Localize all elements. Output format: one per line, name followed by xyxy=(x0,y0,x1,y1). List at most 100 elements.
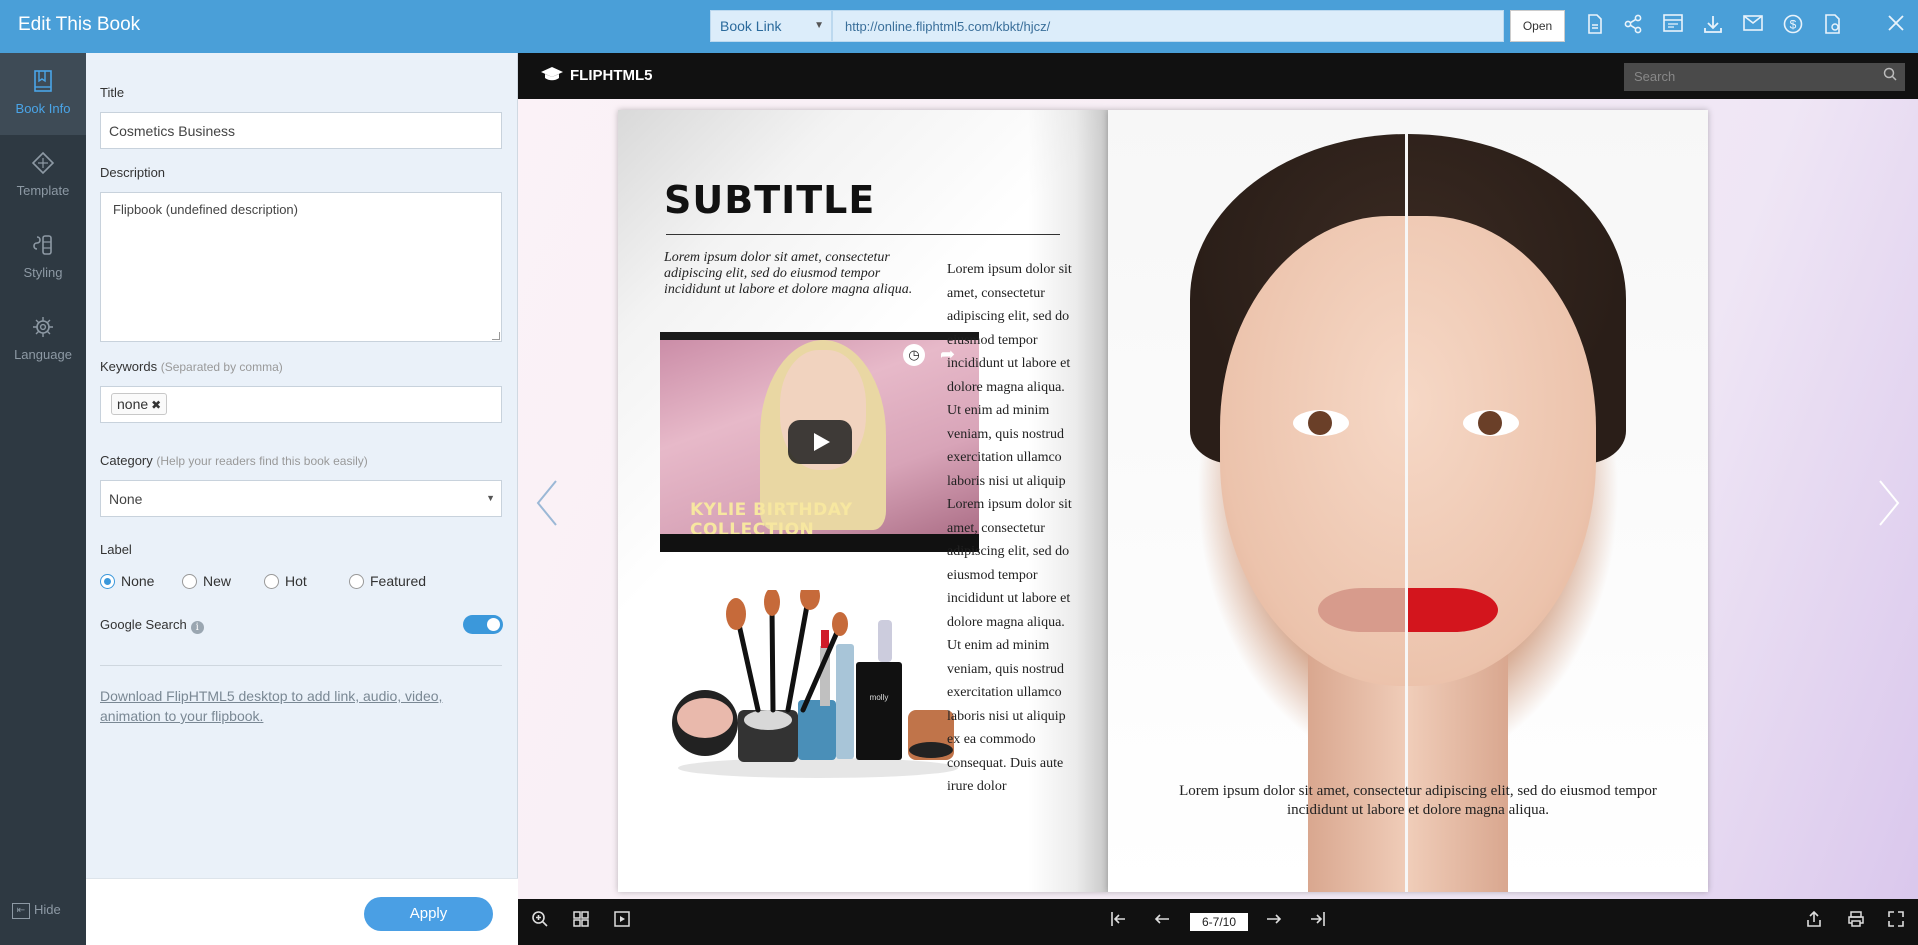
beauty-portrait-image xyxy=(1108,110,1708,892)
radio-label: New xyxy=(203,573,232,589)
zoom-in-icon[interactable] xyxy=(528,910,552,934)
left-nav-rail: Book Info Template Styling Language ⇤ Hid… xyxy=(0,53,86,945)
left-eye xyxy=(1293,410,1349,436)
last-page-icon[interactable] xyxy=(1306,910,1330,934)
page-body-text: Lorem ipsum dolor sit amet, consectetur … xyxy=(947,262,1072,794)
search-placeholder: Search xyxy=(1634,69,1676,84)
next-page-arrow-icon[interactable] xyxy=(1874,473,1904,533)
fullscreen-icon[interactable] xyxy=(1884,910,1908,934)
chevron-down-icon: ▼ xyxy=(486,493,495,503)
label-radio-featured[interactable]: Featured xyxy=(349,573,426,589)
title-label: Title xyxy=(100,85,125,100)
next-page-icon[interactable] xyxy=(1262,910,1286,934)
right-eye xyxy=(1463,410,1519,436)
download-icon[interactable] xyxy=(1701,14,1725,38)
autoplay-icon[interactable] xyxy=(610,910,634,934)
dollar-icon[interactable]: $ xyxy=(1781,14,1805,38)
graduation-cap-icon xyxy=(540,66,564,82)
category-label-text: Category xyxy=(100,453,153,468)
previous-page-arrow-icon[interactable] xyxy=(532,473,562,533)
rail-item-styling[interactable]: Styling xyxy=(0,217,86,299)
chevron-down-icon: ▼ xyxy=(814,20,824,31)
label-radio-new[interactable]: New xyxy=(182,573,231,589)
category-hint: (Help your readers find this book easily… xyxy=(156,454,368,468)
rail-item-label: Language xyxy=(14,347,72,362)
info-icon[interactable]: i xyxy=(190,621,204,634)
remove-tag-icon[interactable]: ✖ xyxy=(151,398,161,412)
description-label: Description xyxy=(100,165,166,180)
download-desktop-link[interactable]: Download FlipHTML5 desktop to add link, … xyxy=(100,686,480,726)
document-icon[interactable] xyxy=(1583,14,1607,38)
google-search-label: Google Search i xyxy=(100,617,204,634)
top-bar: Edit This Book Book Link ▼ http://online… xyxy=(0,0,1918,53)
keyword-tag-label: none xyxy=(117,396,149,412)
category-select[interactable]: None ▼ xyxy=(100,480,502,517)
divider xyxy=(100,665,502,666)
radio-icon xyxy=(182,574,197,589)
description-textarea[interactable]: Flipbook (undefined description) xyxy=(100,192,502,342)
previous-page-icon[interactable] xyxy=(1150,910,1174,934)
template-icon xyxy=(30,151,56,177)
radio-label: Hot xyxy=(285,573,307,589)
play-icon[interactable] xyxy=(788,420,852,464)
category-label: Category (Help your readers find this bo… xyxy=(100,453,368,468)
viewer-search-input[interactable]: Search xyxy=(1624,63,1905,91)
book-link-url[interactable]: http://online.fliphtml5.com/kbkt/hjcz/ xyxy=(832,10,1504,42)
brand-logo: FLIPHTML5 xyxy=(540,66,653,84)
cosmetics-product-image: molly xyxy=(672,590,958,778)
app-title: Edit This Book xyxy=(18,14,141,35)
brand-name: FLIPHTML5 xyxy=(570,67,653,84)
keywords-input[interactable]: none ✖ xyxy=(100,386,502,423)
page-number-input[interactable]: 6-7/10 xyxy=(1190,913,1248,931)
settings-document-icon[interactable] xyxy=(1821,14,1845,38)
viewer-toolbar: FLIPHTML5 Search xyxy=(518,53,1918,99)
panel-footer: Apply xyxy=(86,878,518,945)
embedded-video[interactable]: ◷ ➦ KYLIE BIRTHDAY COLLECTION xyxy=(660,332,979,552)
first-page-icon[interactable] xyxy=(1106,910,1130,934)
page-intro: Lorem ipsum dolor sit amet, consectetur … xyxy=(664,250,913,297)
keywords-hint: (Separated by comma) xyxy=(160,360,283,374)
close-icon[interactable] xyxy=(1884,14,1908,38)
label-label: Label xyxy=(100,542,132,557)
watch-later-icon[interactable]: ◷ xyxy=(903,344,925,366)
page-subtitle: SUBTITLE xyxy=(664,178,876,222)
label-radio-none[interactable]: None xyxy=(100,573,154,589)
search-icon[interactable] xyxy=(1883,67,1897,84)
title-input[interactable]: Cosmetics Business xyxy=(100,112,502,149)
rail-item-language[interactable]: Language xyxy=(0,299,86,381)
link-type-select[interactable]: Book Link ▼ xyxy=(710,10,832,42)
rail-item-label: Template xyxy=(16,183,70,198)
collapse-icon: ⇤ xyxy=(12,903,30,919)
book-info-icon xyxy=(30,69,56,95)
keyword-tag: none ✖ xyxy=(111,393,168,415)
book-page-right[interactable]: Lorem ipsum dolor sit amet, consectetur … xyxy=(1108,110,1708,892)
svg-text:$: $ xyxy=(1790,18,1797,32)
share-icon[interactable] xyxy=(1621,14,1645,38)
rail-item-label: Book Info xyxy=(15,101,71,116)
rail-item-book-info[interactable]: Book Info xyxy=(0,53,86,135)
hide-panel-button[interactable]: ⇤ Hide xyxy=(12,902,61,919)
book-page-left[interactable]: SUBTITLE Lorem ipsum dolor sit amet, con… xyxy=(618,110,1108,892)
open-button[interactable]: Open xyxy=(1510,10,1565,42)
keywords-label: Keywords (Separated by comma) xyxy=(100,359,283,374)
google-search-toggle[interactable] xyxy=(463,615,503,634)
hide-label: Hide xyxy=(34,902,61,918)
link-type-value: Book Link xyxy=(720,18,782,34)
flipbook-viewer: FLIPHTML5 Search SUBTITLE Lorem ipsum do… xyxy=(518,53,1918,945)
print-icon[interactable] xyxy=(1844,910,1868,934)
subtitle-rule xyxy=(666,234,1060,235)
radio-icon xyxy=(349,574,364,589)
rail-item-template[interactable]: Template xyxy=(0,135,86,217)
label-radio-hot[interactable]: Hot xyxy=(264,573,307,589)
embed-icon[interactable] xyxy=(1661,14,1685,38)
resize-handle-icon[interactable] xyxy=(492,332,500,340)
category-value: None xyxy=(109,491,143,507)
keywords-label-text: Keywords xyxy=(100,359,158,374)
language-icon xyxy=(30,315,56,341)
apply-button[interactable]: Apply xyxy=(364,897,493,931)
mail-icon[interactable] xyxy=(1741,14,1765,38)
radio-icon xyxy=(264,574,279,589)
thumbnails-icon[interactable] xyxy=(569,910,593,934)
share-page-icon[interactable] xyxy=(1802,910,1826,934)
radio-label: None xyxy=(121,573,155,589)
